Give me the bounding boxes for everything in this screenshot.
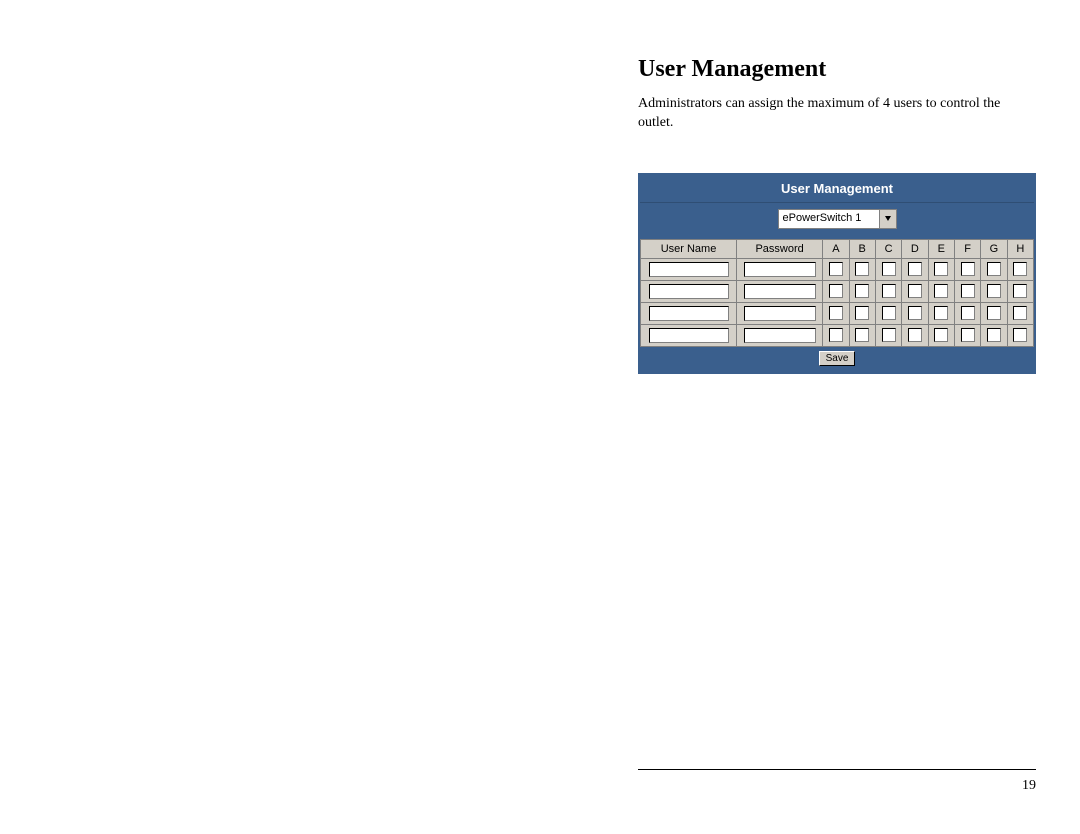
user-grid: User Name Password A B C D E F G H <box>640 239 1034 347</box>
outlet-checkbox[interactable] <box>987 306 1001 320</box>
outlet-checkbox[interactable] <box>882 284 896 298</box>
section-heading: User Management <box>638 56 1036 83</box>
outlet-checkbox[interactable] <box>987 262 1001 276</box>
outlet-checkbox[interactable] <box>855 306 869 320</box>
table-row <box>641 324 1034 346</box>
footer-rule <box>638 769 1036 770</box>
outlet-checkbox[interactable] <box>987 328 1001 342</box>
outlet-checkbox[interactable] <box>961 284 975 298</box>
outlet-checkbox[interactable] <box>961 328 975 342</box>
outlet-checkbox[interactable] <box>908 262 922 276</box>
username-field[interactable] <box>649 284 729 299</box>
page-number: 19 <box>638 778 1036 794</box>
outlet-checkbox[interactable] <box>908 328 922 342</box>
col-header-A: A <box>823 239 849 258</box>
password-field[interactable] <box>744 284 816 299</box>
outlet-checkbox[interactable] <box>829 262 843 276</box>
device-select[interactable]: ePowerSwitch 1 <box>778 209 897 229</box>
outlet-checkbox[interactable] <box>961 262 975 276</box>
table-row <box>641 302 1034 324</box>
col-header-C: C <box>875 239 901 258</box>
outlet-checkbox[interactable] <box>908 306 922 320</box>
outlet-checkbox[interactable] <box>829 306 843 320</box>
device-select-value: ePowerSwitch 1 <box>779 210 879 228</box>
username-field[interactable] <box>649 328 729 343</box>
col-header-D: D <box>902 239 928 258</box>
panel-footer: Save <box>640 347 1034 372</box>
outlet-checkbox[interactable] <box>829 284 843 298</box>
col-header-H: H <box>1007 239 1033 258</box>
col-header-G: G <box>981 239 1007 258</box>
outlet-checkbox[interactable] <box>882 306 896 320</box>
outlet-checkbox[interactable] <box>855 262 869 276</box>
save-button[interactable]: Save <box>819 351 856 366</box>
outlet-checkbox[interactable] <box>908 284 922 298</box>
panel-title: User Management <box>640 175 1034 202</box>
outlet-checkbox[interactable] <box>882 262 896 276</box>
outlet-checkbox[interactable] <box>934 262 948 276</box>
outlet-checkbox[interactable] <box>1013 328 1027 342</box>
outlet-checkbox[interactable] <box>855 328 869 342</box>
outlet-checkbox[interactable] <box>987 284 1001 298</box>
device-select-row: ePowerSwitch 1 <box>640 202 1034 239</box>
table-row <box>641 280 1034 302</box>
outlet-checkbox[interactable] <box>1013 262 1027 276</box>
outlet-checkbox[interactable] <box>934 284 948 298</box>
user-management-panel: User Management ePowerSwitch 1 User Name… <box>638 173 1036 374</box>
col-header-user: User Name <box>641 239 737 258</box>
table-row <box>641 258 1034 280</box>
outlet-checkbox[interactable] <box>934 328 948 342</box>
section-intro: Administrators can assign the maximum of… <box>638 95 1036 133</box>
chevron-down-icon[interactable] <box>879 210 896 228</box>
username-field[interactable] <box>649 306 729 321</box>
outlet-checkbox[interactable] <box>882 328 896 342</box>
password-field[interactable] <box>744 328 816 343</box>
password-field[interactable] <box>744 306 816 321</box>
col-header-E: E <box>928 239 954 258</box>
outlet-checkbox[interactable] <box>1013 306 1027 320</box>
col-header-pass: Password <box>737 239 823 258</box>
col-header-F: F <box>954 239 980 258</box>
outlet-checkbox[interactable] <box>934 306 948 320</box>
password-field[interactable] <box>744 262 816 277</box>
username-field[interactable] <box>649 262 729 277</box>
outlet-checkbox[interactable] <box>961 306 975 320</box>
col-header-B: B <box>849 239 875 258</box>
outlet-checkbox[interactable] <box>829 328 843 342</box>
outlet-checkbox[interactable] <box>855 284 869 298</box>
outlet-checkbox[interactable] <box>1013 284 1027 298</box>
